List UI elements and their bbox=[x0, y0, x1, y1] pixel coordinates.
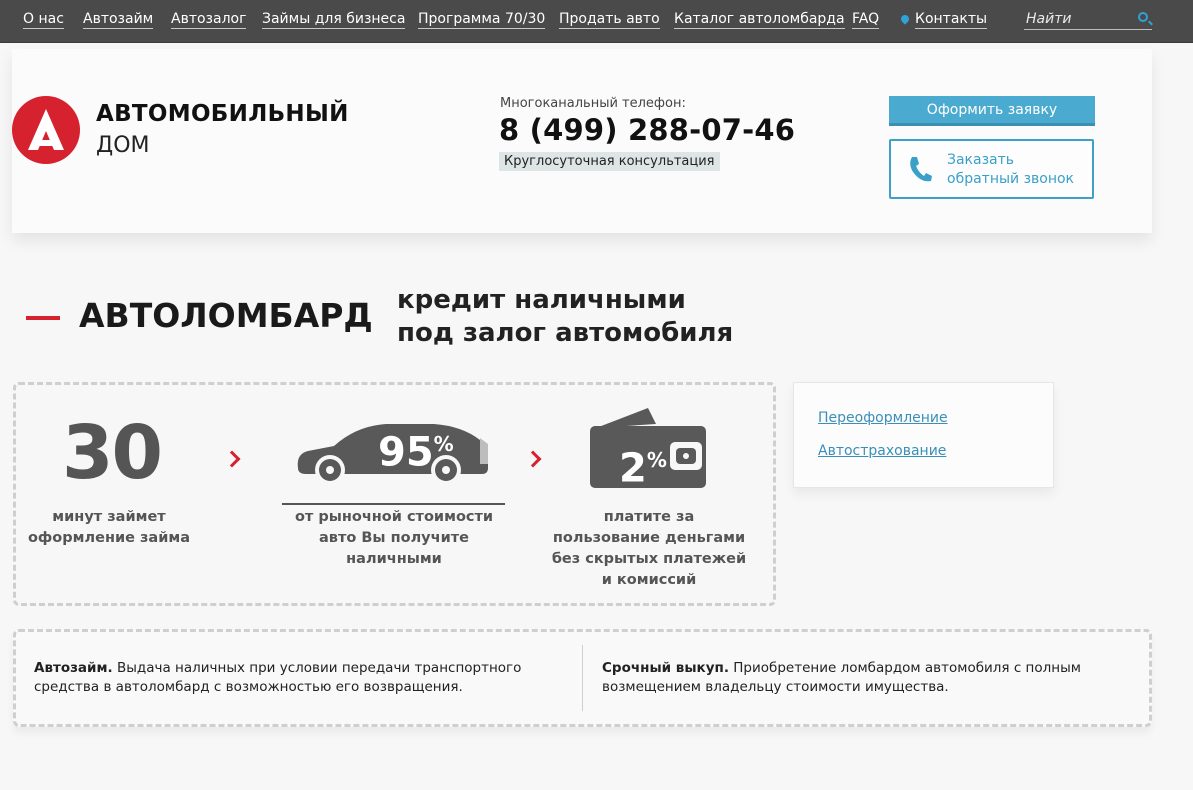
subtitle-line1: кредит наличными bbox=[397, 285, 686, 315]
caption-line: оформление займа bbox=[27, 530, 191, 546]
services-links-card: Переоформление Автострахование bbox=[793, 382, 1054, 488]
feature-percent-caption: от рыночной стоимости авто Вы получите н… bbox=[284, 507, 504, 570]
rate-percent-sign: % bbox=[646, 448, 667, 472]
caption-line: платите за bbox=[603, 509, 695, 525]
buyout-title: Срочный выкуп. bbox=[602, 660, 729, 676]
caption-line: и комиссий bbox=[601, 572, 697, 588]
caption-line: пользование деньгами bbox=[552, 530, 746, 546]
autoloan-title: Автозайм. bbox=[34, 660, 113, 676]
phone-label: Многоканальный телефон: bbox=[500, 96, 686, 111]
autoloan-text-line2: средства в автоломбард с возможностью ег… bbox=[34, 679, 463, 695]
subtitle-line2: под залог автомобиля bbox=[397, 318, 734, 348]
buyout-text-line2: возмещением владельцу стоимости имуществ… bbox=[602, 679, 949, 695]
search-input[interactable] bbox=[1026, 9, 1132, 29]
search-icon[interactable] bbox=[1138, 12, 1148, 22]
nav-link-sell-car[interactable]: Продать авто bbox=[559, 11, 660, 29]
caption-line: от рыночной стоимости bbox=[294, 509, 494, 525]
autoloan-text: Выдача наличных при условии передачи тра… bbox=[112, 660, 522, 676]
order-request-button[interactable]: Оформить заявку bbox=[889, 96, 1095, 126]
top-navigation: О нас Автозайм Автозалог Займы для бизне… bbox=[0, 0, 1193, 43]
nav-link-business-loans[interactable]: Займы для бизнеса bbox=[262, 11, 406, 29]
buyout-text: Приобретение ломбардом автомобиля с полн… bbox=[728, 660, 1081, 676]
feature-rate-caption: платите за пользование деньгами без скры… bbox=[548, 507, 750, 591]
callback-button[interactable]: Заказать обратный звонок bbox=[889, 139, 1094, 199]
phone-icon bbox=[910, 157, 932, 182]
consultation-badge: Круглосуточная консультация bbox=[499, 152, 720, 171]
nav-link-autoloan[interactable]: Автозайм bbox=[83, 11, 154, 29]
nav-link-about[interactable]: О нас bbox=[23, 11, 64, 29]
logo-icon[interactable] bbox=[12, 96, 80, 164]
feature-percent-value: 95% bbox=[378, 420, 454, 476]
search-box bbox=[1024, 8, 1152, 30]
location-pin-icon bbox=[899, 13, 911, 25]
caption-line: авто Вы получите bbox=[319, 530, 469, 546]
feature-minutes-value: 30 bbox=[62, 410, 163, 496]
caption-line: без скрытых платежей bbox=[551, 551, 747, 567]
feature-minutes-caption: минут займет оформление займа bbox=[24, 507, 194, 549]
nav-link-autopledge[interactable]: Автозалог bbox=[171, 11, 247, 29]
percent-number: 95 bbox=[378, 429, 434, 476]
link-re-registration[interactable]: Переоформление bbox=[818, 410, 948, 426]
percent-sign: % bbox=[433, 432, 454, 456]
red-dash bbox=[26, 316, 60, 320]
autoloan-description: Автозайм. Выдача наличных при условии пе… bbox=[34, 659, 574, 697]
caption-line: минут займет bbox=[52, 509, 166, 525]
rate-number: 2 bbox=[619, 445, 647, 492]
buyout-description: Срочный выкуп. Приобретение ломбардом ав… bbox=[602, 659, 1142, 697]
caption-line: наличными bbox=[346, 551, 442, 567]
link-auto-insurance[interactable]: Автострахование bbox=[818, 443, 946, 459]
phone-number[interactable]: 8 (499) 288-07-46 bbox=[499, 113, 795, 147]
nav-link-program-70-30[interactable]: Программа 70/30 bbox=[418, 11, 546, 29]
percent-underline bbox=[282, 503, 505, 505]
feature-rate-value: 2% bbox=[619, 436, 667, 492]
nav-link-contacts[interactable]: Контакты bbox=[915, 11, 988, 29]
info-divider bbox=[582, 645, 583, 711]
page-title: АВТОЛОМБАРД bbox=[79, 296, 373, 335]
callback-label-line2: обратный звонок bbox=[947, 171, 1075, 187]
brand-name-line1: АВТОМОБИЛЬНЫЙ bbox=[96, 101, 349, 127]
brand-name-line2: ДОМ bbox=[96, 133, 150, 158]
nav-link-faq[interactable]: FAQ bbox=[852, 11, 880, 29]
nav-link-catalog[interactable]: Каталог автоломбарда bbox=[674, 11, 845, 29]
page-subtitle: кредит наличными под залог автомобиля bbox=[397, 284, 733, 350]
callback-label-line1: Заказать bbox=[947, 152, 1015, 168]
